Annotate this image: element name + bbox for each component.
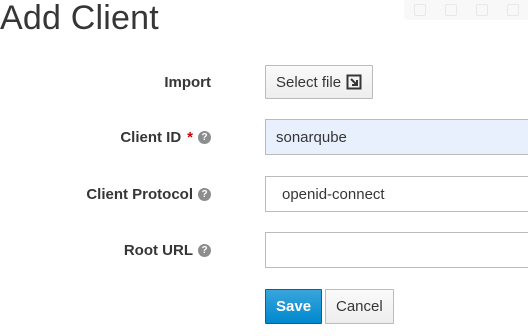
faded-toolbar: [404, 0, 528, 20]
client-id-input[interactable]: [265, 119, 528, 155]
client-id-label-wrap: Client ID * ?: [120, 117, 211, 157]
add-client-page: Add Client Import Select file Client ID …: [0, 0, 528, 336]
question-circle-icon[interactable]: ?: [198, 130, 211, 144]
client-protocol-value: openid-connect: [282, 185, 385, 203]
client-protocol-row: Client Protocol ? openid-connect: [0, 174, 528, 214]
import-icon: [346, 74, 362, 90]
root-url-input[interactable]: [265, 232, 528, 268]
toolbar-icon: [506, 4, 519, 16]
client-id-label: Client ID: [120, 128, 182, 146]
toolbar-icon: [413, 4, 426, 16]
import-label-wrap: Import: [164, 62, 211, 102]
question-circle-icon[interactable]: ?: [198, 187, 211, 201]
select-file-button[interactable]: Select file: [265, 65, 374, 99]
import-row: Import Select file: [0, 62, 528, 102]
toolbar-icon: [444, 4, 457, 16]
root-url-label-wrap: Root URL ?: [124, 230, 211, 270]
client-protocol-label: Client Protocol: [86, 185, 193, 203]
save-button[interactable]: Save: [265, 289, 323, 324]
cancel-button[interactable]: Cancel: [325, 289, 394, 324]
client-protocol-label-wrap: Client Protocol ?: [86, 174, 211, 214]
root-url-row: Root URL ?: [0, 230, 528, 270]
root-url-label: Root URL: [123, 241, 193, 259]
question-circle-icon[interactable]: ?: [198, 243, 211, 257]
required-marker: *: [187, 128, 193, 146]
toolbar-icon: [475, 4, 488, 16]
import-label: Import: [164, 73, 211, 91]
select-file-label: Select file: [276, 73, 342, 91]
client-id-row: Client ID * ?: [0, 117, 528, 157]
client-protocol-select[interactable]: openid-connect: [265, 176, 528, 212]
page-title: Add Client: [0, 0, 159, 37]
